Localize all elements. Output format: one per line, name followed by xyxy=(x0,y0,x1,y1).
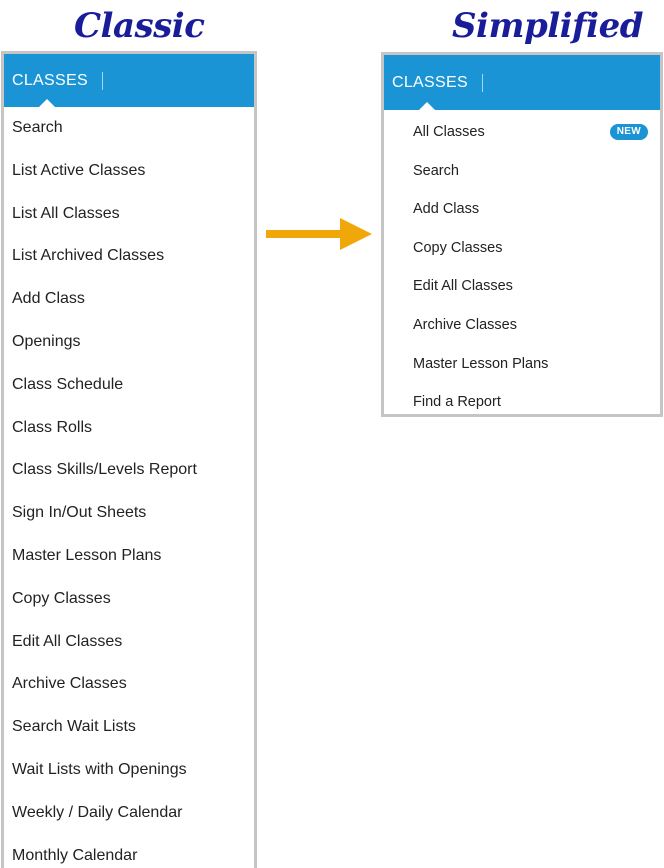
menu-item-add-class[interactable]: Add Class xyxy=(384,199,660,238)
menu-item-monthly-calendar[interactable]: Monthly Calendar xyxy=(4,845,254,868)
menu-item-search-wait-lists[interactable]: Search Wait Lists xyxy=(4,716,254,759)
menu-item-wait-lists-with-openings[interactable]: Wait Lists with Openings xyxy=(4,759,254,802)
header-caret xyxy=(418,102,436,111)
menu-item-add-class[interactable]: Add Class xyxy=(4,288,254,331)
classic-menu-header[interactable]: CLASSES xyxy=(4,54,254,108)
simplified-menu-header[interactable]: CLASSES xyxy=(384,55,660,111)
menu-item-class-rolls[interactable]: Class Rolls xyxy=(4,417,254,460)
menu-item-weekly-daily-calendar[interactable]: Weekly / Daily Calendar xyxy=(4,802,254,845)
menu-item-copy-classes[interactable]: Copy Classes xyxy=(384,238,660,277)
menu-item-all-classes[interactable]: All Classes NEW xyxy=(384,122,660,161)
menu-item-edit-all-classes[interactable]: Edit All Classes xyxy=(4,631,254,674)
classic-menu-title: CLASSES xyxy=(12,71,88,89)
classic-caption: Classic xyxy=(74,6,205,46)
menu-item-archive-classes[interactable]: Archive Classes xyxy=(4,673,254,716)
simplified-menu-title: CLASSES xyxy=(392,73,468,91)
classic-menu-panel: CLASSES Search List Active Classes List … xyxy=(1,51,257,868)
simplified-menu-panel: CLASSES All Classes NEW Search Add Class… xyxy=(381,52,663,417)
menu-item-search[interactable]: Search xyxy=(384,161,660,200)
menu-item-search[interactable]: Search xyxy=(4,117,254,160)
menu-item-archive-classes[interactable]: Archive Classes xyxy=(384,315,660,354)
menu-item-openings[interactable]: Openings xyxy=(4,331,254,374)
menu-item-edit-all-classes[interactable]: Edit All Classes xyxy=(384,276,660,315)
menu-item-list-active-classes[interactable]: List Active Classes xyxy=(4,160,254,203)
right-arrow-icon xyxy=(266,218,372,250)
menu-item-label: All Classes xyxy=(413,124,485,140)
menu-item-list-archived-classes[interactable]: List Archived Classes xyxy=(4,245,254,288)
menu-item-master-lesson-plans[interactable]: Master Lesson Plans xyxy=(4,545,254,588)
menu-item-master-lesson-plans[interactable]: Master Lesson Plans xyxy=(384,354,660,393)
menu-item-sign-in-out-sheets[interactable]: Sign In/Out Sheets xyxy=(4,502,254,545)
header-divider xyxy=(481,73,483,92)
header-divider xyxy=(101,71,103,90)
simplified-menu-list: All Classes NEW Search Add Class Copy Cl… xyxy=(384,110,660,431)
menu-item-list-all-classes[interactable]: List All Classes xyxy=(4,203,254,246)
menu-item-find-a-report[interactable]: Find a Report xyxy=(384,392,660,431)
menu-item-class-schedule[interactable]: Class Schedule xyxy=(4,374,254,417)
simplified-caption: Simplified xyxy=(452,6,644,46)
header-caret xyxy=(38,99,56,108)
classic-menu-list: Search List Active Classes List All Clas… xyxy=(4,107,254,868)
menu-item-class-skills-levels-report[interactable]: Class Skills/Levels Report xyxy=(4,459,254,502)
new-badge: NEW xyxy=(609,124,648,140)
menu-item-copy-classes[interactable]: Copy Classes xyxy=(4,588,254,631)
